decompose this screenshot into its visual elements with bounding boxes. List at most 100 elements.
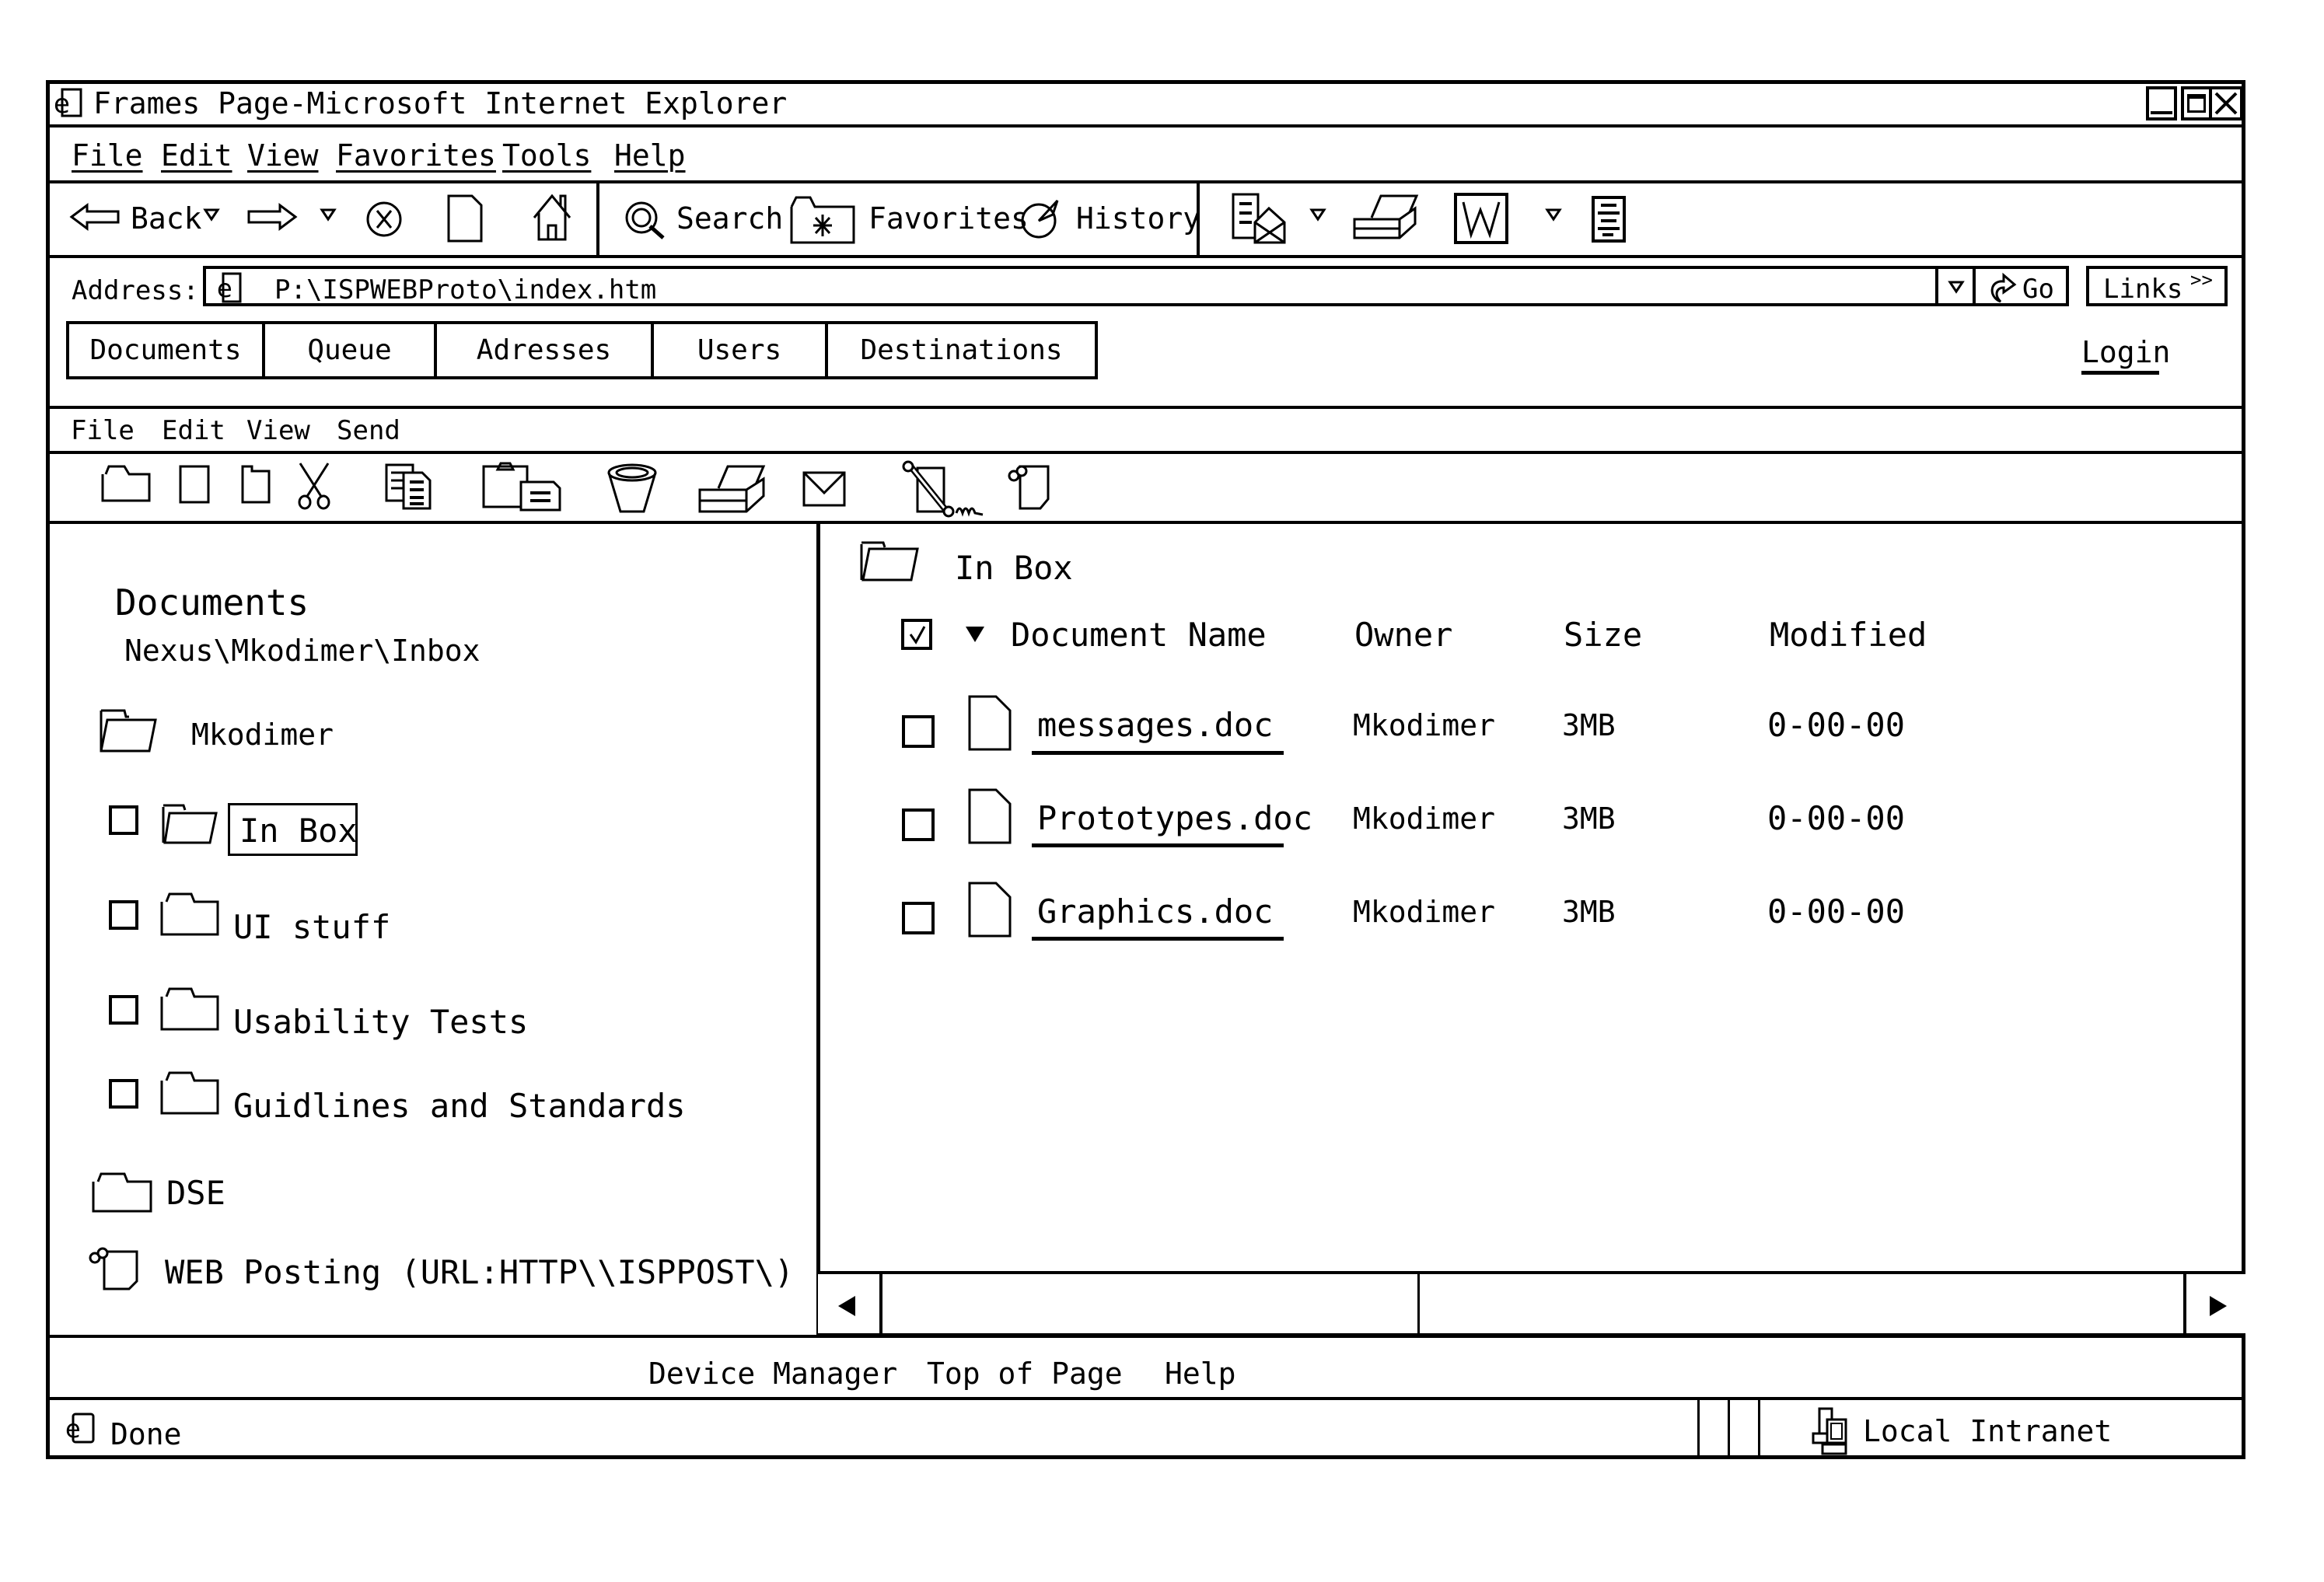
select-all-checkbox[interactable] <box>901 619 932 650</box>
pane-splitter[interactable] <box>816 521 820 1335</box>
forward-arrow-icon[interactable] <box>247 204 297 230</box>
refresh-page-icon[interactable] <box>447 194 483 243</box>
mail-icon[interactable] <box>1232 193 1288 244</box>
checkbox[interactable] <box>109 995 138 1025</box>
links-label: Links <box>2103 274 2183 305</box>
paste-clipboard-icon[interactable] <box>482 462 568 512</box>
triangle-left-icon <box>838 1296 855 1316</box>
discuss-icon[interactable] <box>1592 196 1626 243</box>
column-header-owner[interactable]: Owner <box>1354 619 1452 651</box>
checkbox[interactable] <box>109 1079 138 1109</box>
scrollbar-track[interactable] <box>1417 1271 2186 1336</box>
back-arrow-icon <box>70 204 120 230</box>
menu-tools[interactable]: Tools <box>502 141 591 170</box>
document-icon <box>968 882 1012 938</box>
svg-text:e: e <box>54 89 70 120</box>
document-name-link[interactable]: Prototypes.doc <box>1037 802 1312 835</box>
inner-menu-view[interactable]: View <box>246 417 310 444</box>
scroll-right-button[interactable] <box>2183 1271 2245 1336</box>
scroll-left-button[interactable] <box>818 1271 882 1336</box>
inner-menu-send[interactable]: Send <box>337 417 400 444</box>
back-label: Back <box>131 201 202 236</box>
checkbox[interactable] <box>109 805 138 835</box>
print-icon[interactable] <box>698 463 767 515</box>
tab-label: Destinations <box>860 334 1063 366</box>
address-dropdown-button[interactable] <box>1935 266 1976 306</box>
home-icon[interactable] <box>531 193 573 243</box>
address-input[interactable]: e P:\ISPWEBProto\index.htm <box>203 266 1938 306</box>
tree-item-label: In Box <box>239 812 358 850</box>
footer-link-top-of-page[interactable]: Top of Page <box>927 1359 1123 1388</box>
word-dropdown-icon[interactable] <box>1546 208 1561 221</box>
inner-menu-edit[interactable]: Edit <box>162 417 225 444</box>
toolbar-bottom-divider <box>46 521 2245 524</box>
toolbar-separator <box>1197 181 1200 255</box>
row-checkbox[interactable] <box>902 808 935 841</box>
stop-icon[interactable] <box>365 201 403 238</box>
minimize-button[interactable] <box>2146 86 2177 120</box>
sort-descending-icon[interactable] <box>964 625 986 644</box>
menu-help[interactable]: Help <box>614 141 686 170</box>
row-checkbox[interactable] <box>902 715 935 748</box>
tab-queue[interactable]: Queue <box>262 321 437 379</box>
blank-page-icon[interactable] <box>179 465 210 504</box>
tab-destinations[interactable]: Destinations <box>825 321 1098 379</box>
tab-documents[interactable]: Documents <box>66 321 265 379</box>
menu-favorites[interactable]: Favorites <box>336 141 496 170</box>
menu-edit[interactable]: Edit <box>161 141 232 170</box>
ie-page-icon: e <box>54 88 84 120</box>
favorites-label: Favorites <box>868 201 1029 236</box>
tree-item-label: Guidlines and Standards <box>233 1087 686 1125</box>
tree-item-label: UI stuff <box>233 908 391 946</box>
mail-dropdown-icon[interactable] <box>1310 208 1326 221</box>
mail-envelope-icon[interactable] <box>802 471 846 507</box>
column-header-size[interactable]: Size <box>1564 619 1642 651</box>
folder-icon <box>160 892 219 936</box>
menu-file[interactable]: File <box>72 141 143 170</box>
open-folder-icon[interactable] <box>101 465 151 502</box>
tab-users[interactable]: Users <box>651 321 828 379</box>
column-header-name[interactable]: Document Name <box>1011 619 1267 651</box>
back-dropdown-icon[interactable] <box>204 208 219 221</box>
row-checkbox[interactable] <box>902 902 935 934</box>
web-post-icon <box>89 1247 140 1290</box>
copy-icon[interactable] <box>385 462 433 510</box>
web-post-icon[interactable] <box>1008 465 1051 510</box>
local-intranet-icon <box>1812 1407 1850 1455</box>
row-modified: 0-00-00 <box>1767 892 1906 931</box>
column-header-modified[interactable]: Modified <box>1770 619 1927 651</box>
print-icon[interactable] <box>1353 193 1418 244</box>
word-edit-icon[interactable] <box>1454 193 1508 244</box>
row-owner: Mkodimer <box>1353 801 1496 836</box>
row-modified: 0-00-00 <box>1767 706 1906 744</box>
fax-tool-icon[interactable] <box>902 462 989 519</box>
open-folder-icon <box>162 802 218 846</box>
footer-link-help[interactable]: Help <box>1165 1359 1236 1388</box>
status-text: Done <box>110 1417 182 1451</box>
row-modified: 0-00-00 <box>1767 799 1906 837</box>
checkbox[interactable] <box>109 900 138 930</box>
tab-label: Documents <box>89 334 242 366</box>
address-value: P:\ISPWEBProto\index.htm <box>274 274 657 306</box>
links-bar-top <box>46 1335 2245 1338</box>
login-underline <box>2081 371 2159 375</box>
forward-dropdown-icon[interactable] <box>320 208 336 221</box>
link-underline <box>1032 843 1284 847</box>
document-name-link[interactable]: messages.doc <box>1037 709 1273 742</box>
inner-menu-file[interactable]: File <box>71 417 135 444</box>
document-name-link[interactable]: Graphics.doc <box>1037 896 1273 928</box>
login-link[interactable]: Login <box>2081 337 2170 367</box>
links-button[interactable]: Links >> <box>2086 266 2228 306</box>
close-button[interactable] <box>2209 86 2243 120</box>
footer-link-device-manager[interactable]: Device Manager <box>648 1359 897 1388</box>
new-document-icon[interactable] <box>241 465 271 504</box>
trash-bin-icon[interactable] <box>606 463 658 513</box>
toolbar-separator <box>596 181 599 255</box>
scrollbar-thumb[interactable] <box>879 1271 1421 1336</box>
inner-menu-divider <box>46 451 2245 454</box>
cut-scissors-icon[interactable] <box>297 462 331 510</box>
tab-adresses[interactable]: Adresses <box>434 321 654 379</box>
menu-view[interactable]: View <box>247 141 319 170</box>
maximize-button[interactable] <box>2181 86 2212 120</box>
go-button[interactable]: Go <box>1973 266 2069 306</box>
